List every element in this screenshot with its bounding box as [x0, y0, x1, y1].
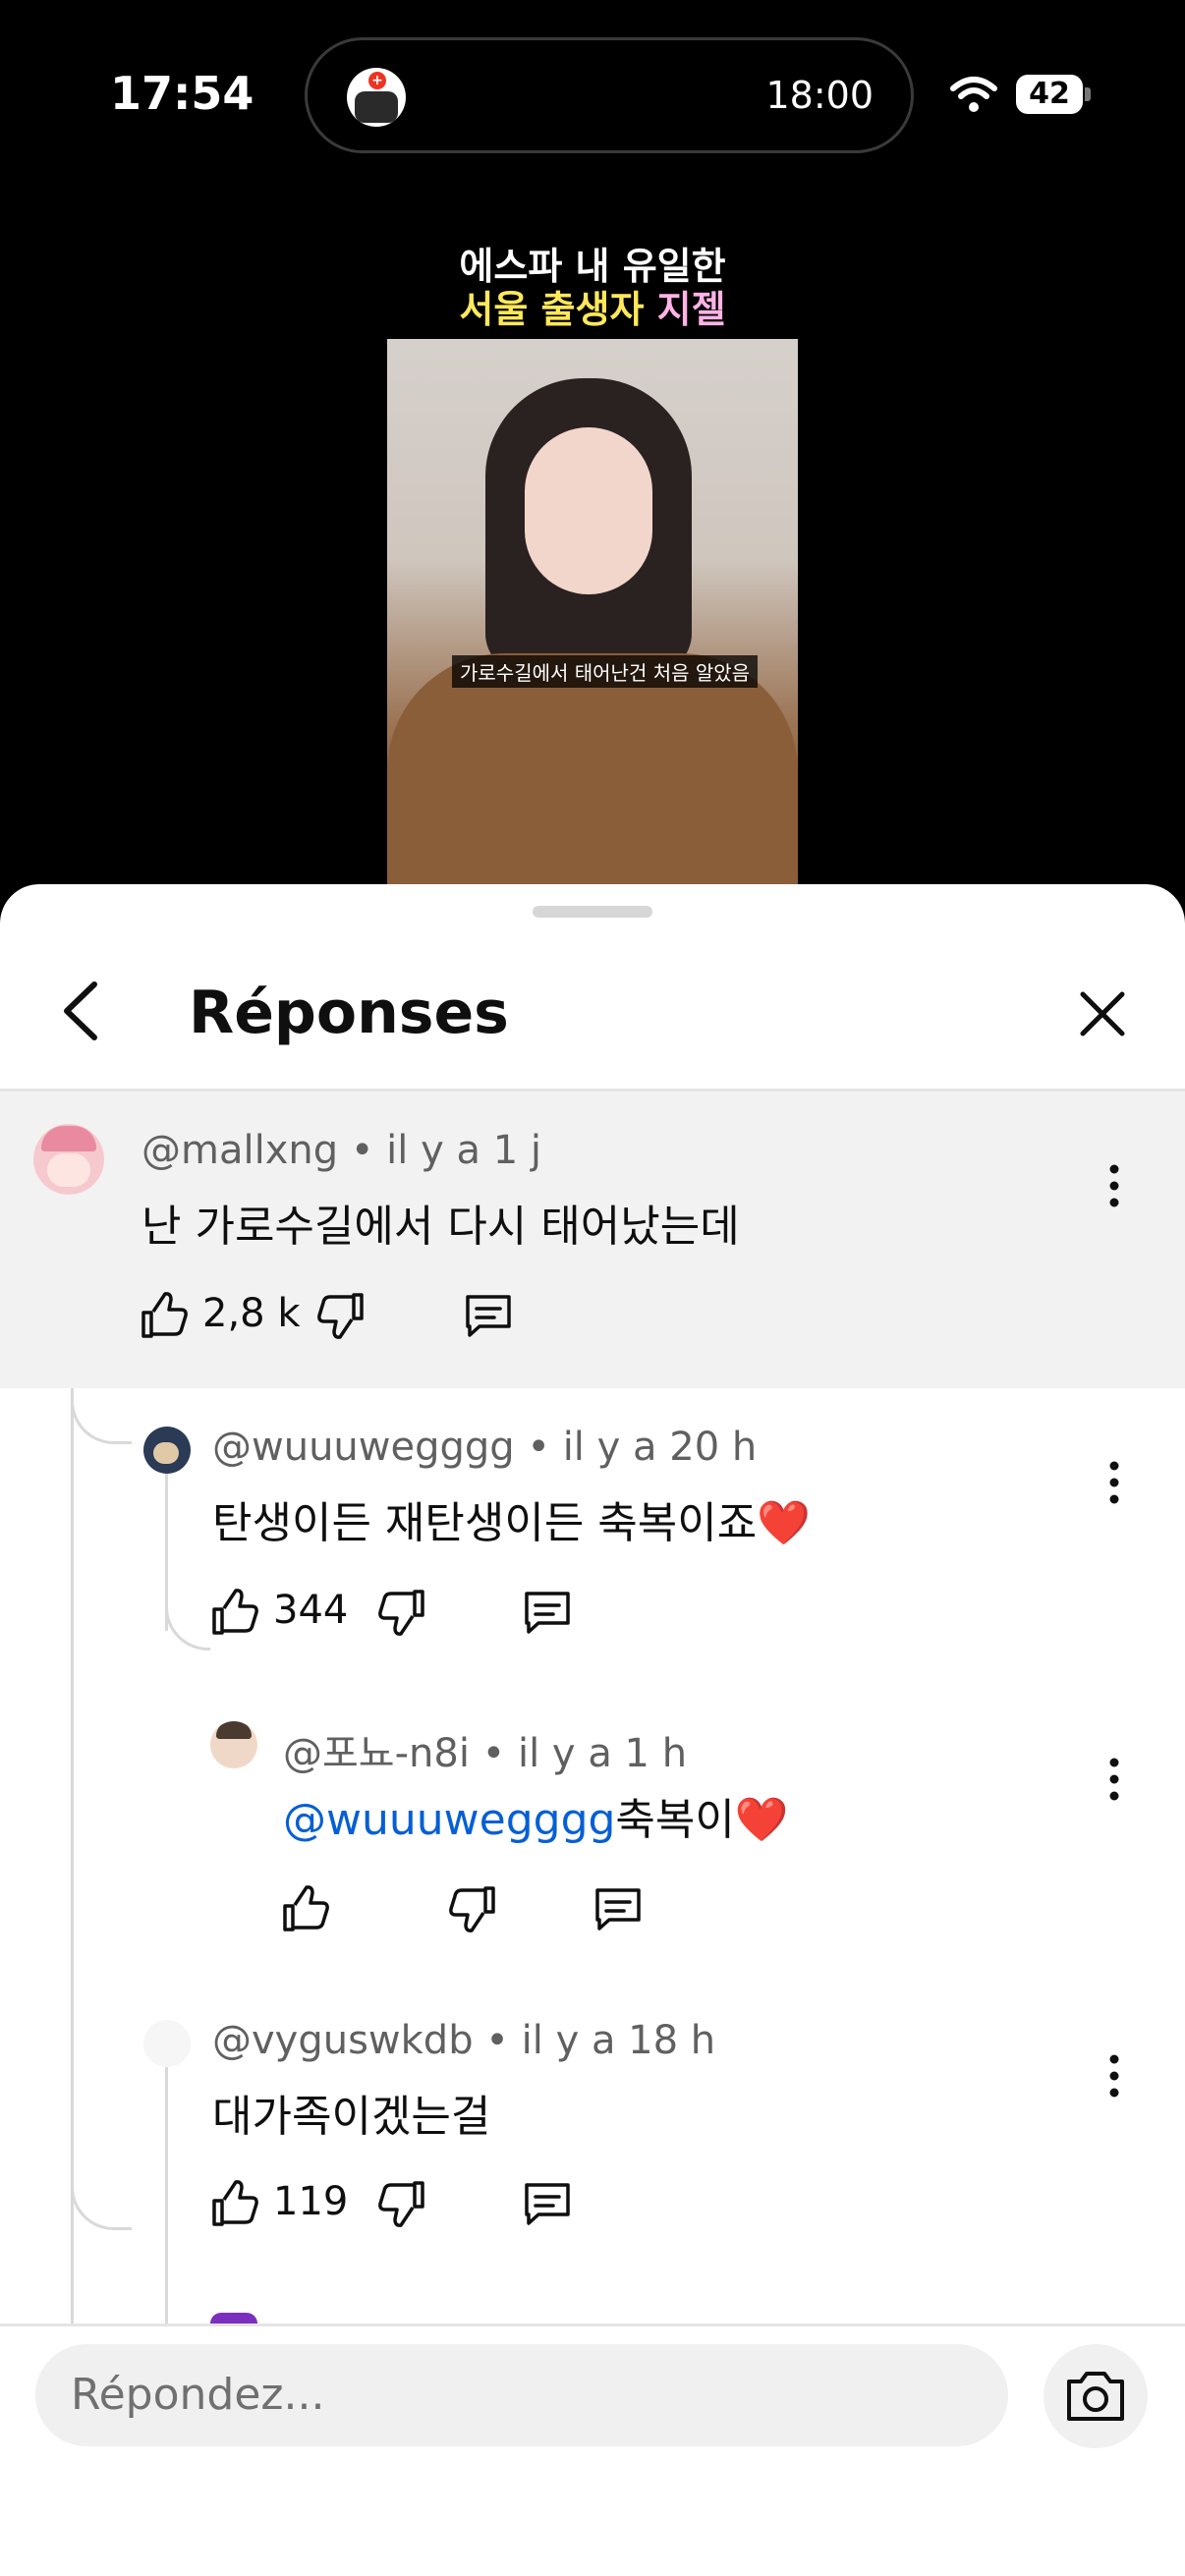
- more-options-icon[interactable]: [1102, 2051, 1126, 2100]
- comment-text: 대가족이겠는걸: [212, 2092, 491, 2142]
- close-icon[interactable]: [1075, 986, 1130, 1041]
- comment-time: il y a 18 h: [521, 2018, 716, 2063]
- comment-handle[interactable]: @mallxng: [141, 1128, 338, 1173]
- video-person-coat: [387, 653, 798, 889]
- dislike-icon[interactable]: [375, 2177, 428, 2230]
- meta-separator: •: [514, 1425, 563, 1470]
- dislike-icon[interactable]: [446, 1882, 499, 1935]
- island-timer: 18:00: [765, 74, 874, 117]
- comment-text: @wuuuwegggg축복이❤️: [283, 1784, 789, 1847]
- heart-emoji: ❤️: [757, 1498, 812, 1548]
- camera-button[interactable]: [1044, 2344, 1148, 2448]
- reply-icon[interactable]: [521, 2177, 574, 2230]
- battery-indicator: 42: [1016, 75, 1083, 114]
- wifi-icon: [950, 77, 997, 112]
- comment-meta: @wuuuwegggg • il y a 20 h: [212, 1425, 757, 1470]
- battery-tip: [1085, 87, 1091, 101]
- comment-time: il y a 1 h: [517, 1731, 688, 1776]
- reply-input[interactable]: Répondez...: [35, 2344, 1008, 2446]
- back-arrow-icon[interactable]: [55, 979, 108, 1043]
- like-icon[interactable]: [208, 2177, 261, 2230]
- comment-meta: @mallxng • il y a 1 j: [141, 1128, 541, 1173]
- thread-curve-nested: [165, 1493, 210, 1651]
- status-bar: 17:54 + 18:00 42: [0, 0, 1185, 167]
- dynamic-island[interactable]: + 18:00: [305, 37, 914, 153]
- comment-text: 난 가로수길에서 다시 태어났는데: [141, 1202, 740, 1252]
- drag-handle[interactable]: [533, 906, 652, 918]
- avatar[interactable]: [210, 1721, 257, 1768]
- mention-link[interactable]: @wuuuwegggg: [283, 1795, 615, 1845]
- dislike-icon[interactable]: [375, 1586, 428, 1639]
- meta-separator: •: [469, 1731, 518, 1776]
- comment-body: 탄생이든 재탄생이든 축복이죠: [212, 1498, 758, 1548]
- video-player[interactable]: 가로수길에서 태어난건 처음 알았음: [387, 339, 798, 889]
- comment-handle[interactable]: @포뇨-n8i: [283, 1731, 470, 1776]
- video-title-part-b: 지젤: [656, 288, 726, 331]
- avatar[interactable]: [143, 2020, 191, 2067]
- dislike-icon[interactable]: [314, 1289, 367, 1342]
- comment-time: il y a 1 j: [386, 1128, 541, 1173]
- video-subtitle: 가로수길에서 태어난건 처음 알았음: [452, 655, 759, 688]
- status-clock: 17:54: [110, 67, 254, 120]
- video-title-line-2: 서울 출생자 지젤: [0, 279, 1185, 333]
- camera-icon: [1067, 2372, 1124, 2421]
- footer-divider: [0, 2324, 1185, 2326]
- like-icon[interactable]: [279, 1882, 332, 1935]
- more-options-icon[interactable]: [1102, 1458, 1126, 1507]
- reply-icon[interactable]: [521, 1586, 574, 1639]
- like-icon[interactable]: [138, 1289, 191, 1342]
- more-options-icon[interactable]: [1102, 1755, 1126, 1804]
- replies-sheet: Réponses @mallxng • il y a 1 j 난 가로수길에서 …: [0, 884, 1185, 2576]
- heart-emoji: ❤️: [734, 1795, 789, 1845]
- comment-time: il y a 20 h: [562, 1425, 758, 1470]
- like-icon[interactable]: [208, 1586, 261, 1639]
- comment-text: 탄생이든 재탄생이든 축복이죠❤️: [212, 1487, 811, 1550]
- more-options-icon[interactable]: [1102, 1161, 1126, 1210]
- avatar[interactable]: [210, 2313, 257, 2324]
- thread-line-reply-3: [165, 2044, 168, 2324]
- comment-body: 축복이: [615, 1795, 735, 1845]
- like-count: 119: [273, 2179, 349, 2224]
- like-count: 344: [273, 1588, 349, 1633]
- reply-icon[interactable]: [462, 1289, 515, 1342]
- comment-meta: @포뇨-n8i • il y a 1 h: [283, 1721, 687, 1778]
- video-title-part-a: 서울 출생자: [459, 288, 657, 331]
- sheet-title: Réponses: [189, 979, 509, 1047]
- meta-separator: •: [473, 2018, 522, 2063]
- reply-icon[interactable]: [592, 1882, 645, 1935]
- comment-handle[interactable]: @wuuuwegggg: [212, 1425, 515, 1470]
- meta-separator: •: [338, 1128, 387, 1173]
- video-person-face: [525, 427, 652, 594]
- like-count: 2,8 k: [202, 1291, 301, 1336]
- live-activity-app-icon: +: [347, 68, 406, 127]
- thread-curve-reply-3: [71, 1867, 132, 2230]
- comment-handle[interactable]: @vyguswkdb: [212, 2018, 474, 2063]
- avatar[interactable]: [143, 1427, 191, 1474]
- comment-meta: @vyguswkdb • il y a 18 h: [212, 2018, 715, 2063]
- avatar[interactable]: [33, 1124, 104, 1195]
